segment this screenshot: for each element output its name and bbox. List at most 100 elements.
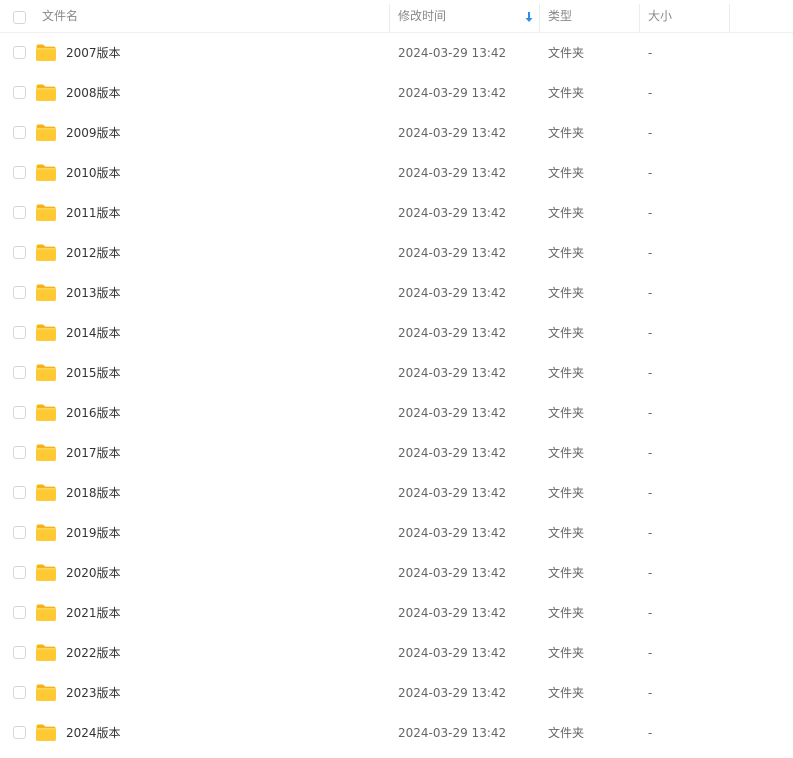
file-name[interactable]: 2012版本 <box>66 233 121 273</box>
row-checkbox[interactable] <box>13 126 26 139</box>
select-all-checkbox[interactable] <box>13 11 26 24</box>
file-type: 文件夹 <box>548 486 585 500</box>
column-header-name[interactable]: 文件名 <box>42 0 78 33</box>
file-size: - <box>648 246 653 260</box>
file-row[interactable]: 2022版本 2024-03-29 13:42 文件夹 - <box>0 633 793 673</box>
modified-time: 2024-03-29 13:42 <box>398 126 507 140</box>
file-name[interactable]: 2020版本 <box>66 553 121 593</box>
modified-time: 2024-03-29 13:42 <box>398 646 507 660</box>
file-row[interactable]: 2015版本 2024-03-29 13:42 文件夹 - <box>0 353 793 393</box>
file-row[interactable]: 2024版本 2024-03-29 13:42 文件夹 - <box>0 713 793 753</box>
file-type: 文件夹 <box>548 406 585 420</box>
file-name[interactable]: 2021版本 <box>66 593 121 633</box>
file-name[interactable]: 2015版本 <box>66 353 121 393</box>
file-name[interactable]: 2011版本 <box>66 193 121 233</box>
row-checkbox[interactable] <box>13 206 26 219</box>
file-name[interactable]: 2018版本 <box>66 473 121 513</box>
column-divider[interactable] <box>729 4 730 33</box>
file-size: - <box>648 566 653 580</box>
file-name[interactable]: 2016版本 <box>66 393 121 433</box>
file-row[interactable]: 2021版本 2024-03-29 13:42 文件夹 - <box>0 593 793 633</box>
row-checkbox[interactable] <box>13 486 26 499</box>
file-row[interactable]: 2020版本 2024-03-29 13:42 文件夹 - <box>0 553 793 593</box>
file-type: 文件夹 <box>548 526 585 540</box>
modified-time: 2024-03-29 13:42 <box>398 86 507 100</box>
file-row[interactable]: 2009版本 2024-03-29 13:42 文件夹 - <box>0 113 793 153</box>
column-header-type[interactable]: 类型 <box>548 0 572 33</box>
file-name[interactable]: 2023版本 <box>66 673 121 713</box>
row-checkbox[interactable] <box>13 686 26 699</box>
row-checkbox[interactable] <box>13 366 26 379</box>
file-row[interactable]: 2014版本 2024-03-29 13:42 文件夹 - <box>0 313 793 353</box>
row-checkbox[interactable] <box>13 446 26 459</box>
file-row[interactable]: 2023版本 2024-03-29 13:42 文件夹 - <box>0 673 793 713</box>
modified-time: 2024-03-29 13:42 <box>398 406 507 420</box>
file-type: 文件夹 <box>548 286 585 300</box>
file-name[interactable]: 2014版本 <box>66 313 121 353</box>
row-checkbox[interactable] <box>13 566 26 579</box>
row-checkbox[interactable] <box>13 246 26 259</box>
file-name[interactable]: 2022版本 <box>66 633 121 673</box>
file-type: 文件夹 <box>548 566 585 580</box>
file-name[interactable]: 2009版本 <box>66 113 121 153</box>
file-row[interactable]: 2018版本 2024-03-29 13:42 文件夹 - <box>0 473 793 513</box>
file-name[interactable]: 2024版本 <box>66 713 121 753</box>
file-size: - <box>648 126 653 140</box>
column-divider[interactable] <box>389 4 390 33</box>
column-divider[interactable] <box>539 4 540 33</box>
modified-time: 2024-03-29 13:42 <box>398 286 507 300</box>
file-row[interactable]: 2017版本 2024-03-29 13:42 文件夹 - <box>0 433 793 473</box>
modified-time: 2024-03-29 13:42 <box>398 166 507 180</box>
folder-icon <box>36 524 56 541</box>
modified-time: 2024-03-29 13:42 <box>398 726 507 740</box>
row-checkbox[interactable] <box>13 406 26 419</box>
file-size: - <box>648 486 653 500</box>
table-header: 文件名 修改时间 类型 大小 <box>0 0 793 33</box>
file-name[interactable]: 2007版本 <box>66 33 121 73</box>
file-type: 文件夹 <box>548 446 585 460</box>
folder-icon <box>36 244 56 261</box>
folder-icon <box>36 204 56 221</box>
arrow-down-icon[interactable] <box>524 10 534 24</box>
file-name[interactable]: 2008版本 <box>66 73 121 113</box>
modified-time: 2024-03-29 13:42 <box>398 326 507 340</box>
file-row[interactable]: 2007版本 2024-03-29 13:42 文件夹 - <box>0 33 793 73</box>
folder-icon <box>36 564 56 581</box>
file-size: - <box>648 326 653 340</box>
file-type: 文件夹 <box>548 326 585 340</box>
file-size: - <box>648 526 653 540</box>
file-size: - <box>648 646 653 660</box>
file-row[interactable]: 2010版本 2024-03-29 13:42 文件夹 - <box>0 153 793 193</box>
row-checkbox[interactable] <box>13 86 26 99</box>
folder-icon <box>36 44 56 61</box>
file-name[interactable]: 2013版本 <box>66 273 121 313</box>
row-checkbox[interactable] <box>13 606 26 619</box>
folder-icon <box>36 604 56 621</box>
file-size: - <box>648 726 653 740</box>
row-checkbox[interactable] <box>13 526 26 539</box>
file-row[interactable]: 2013版本 2024-03-29 13:42 文件夹 - <box>0 273 793 313</box>
row-checkbox[interactable] <box>13 286 26 299</box>
file-type: 文件夹 <box>548 686 585 700</box>
row-checkbox[interactable] <box>13 166 26 179</box>
modified-time: 2024-03-29 13:42 <box>398 46 507 60</box>
column-divider[interactable] <box>639 4 640 33</box>
file-name[interactable]: 2017版本 <box>66 433 121 473</box>
file-row[interactable]: 2019版本 2024-03-29 13:42 文件夹 - <box>0 513 793 553</box>
row-checkbox[interactable] <box>13 46 26 59</box>
column-header-size[interactable]: 大小 <box>648 0 672 33</box>
file-row[interactable]: 2008版本 2024-03-29 13:42 文件夹 - <box>0 73 793 113</box>
folder-icon <box>36 284 56 301</box>
modified-time: 2024-03-29 13:42 <box>398 446 507 460</box>
row-checkbox[interactable] <box>13 326 26 339</box>
file-name[interactable]: 2019版本 <box>66 513 121 553</box>
file-row[interactable]: 2012版本 2024-03-29 13:42 文件夹 - <box>0 233 793 273</box>
column-header-modified-time[interactable]: 修改时间 <box>398 0 446 33</box>
file-row[interactable]: 2016版本 2024-03-29 13:42 文件夹 - <box>0 393 793 433</box>
file-list: 文件名 修改时间 类型 大小 2007版本 2024-03-29 13:42 文… <box>0 0 793 753</box>
folder-icon <box>36 724 56 741</box>
file-name[interactable]: 2010版本 <box>66 153 121 193</box>
row-checkbox[interactable] <box>13 726 26 739</box>
row-checkbox[interactable] <box>13 646 26 659</box>
file-row[interactable]: 2011版本 2024-03-29 13:42 文件夹 - <box>0 193 793 233</box>
